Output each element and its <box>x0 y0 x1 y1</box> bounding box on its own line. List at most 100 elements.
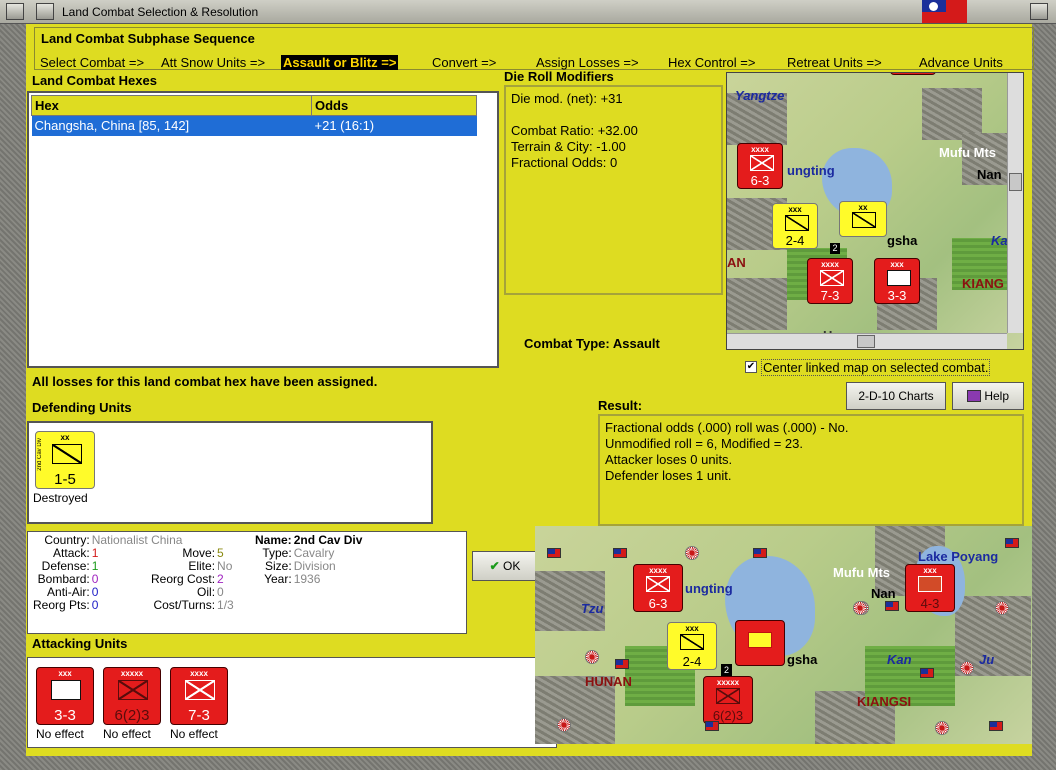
step-retreat-units[interactable]: Retreat Units => <box>787 55 882 70</box>
stack-count-badge: 2 <box>721 664 732 676</box>
result-line-roll: Unmodified roll = 6, Modified = 23. <box>605 436 803 451</box>
window-menu-button[interactable] <box>6 3 24 20</box>
die-roll-modifiers-panel: Die mod. (net): +31 Combat Ratio: +32.00… <box>504 85 723 295</box>
china-flag-icon <box>705 721 719 731</box>
map-unit-counter[interactable]: xxx 2-4 <box>667 622 717 670</box>
attacking-units-title: Attacking Units <box>32 636 128 651</box>
map-unit-counter[interactable]: xxxx 6-3 <box>737 143 783 189</box>
modifier-net: Die mod. (net): +31 <box>511 91 623 106</box>
small-map[interactable]: Yangtze Mufu Mts Nan ungting gsha Ka AN … <box>726 72 1024 350</box>
china-flag-icon <box>613 548 627 558</box>
defending-units-title: Defending Units <box>32 400 132 415</box>
step-select-combat[interactable]: Select Combat => <box>40 55 144 70</box>
window-title: Land Combat Selection & Resolution <box>62 5 259 19</box>
combat-type-label: Combat Type: <box>524 336 610 351</box>
defending-unit-counter[interactable]: xx 2nd Cav Div 1-5 <box>35 431 95 489</box>
small-map-hscroll-thumb[interactable] <box>857 335 875 348</box>
map-unit-counter[interactable]: xxx 3-3 <box>874 258 920 304</box>
map-label-ju: Ju <box>979 652 995 667</box>
step-assign-losses[interactable]: Assign Losses => <box>536 55 639 70</box>
map-label-nan: Nan <box>977 167 1002 182</box>
attacking-unit-counter[interactable]: xxxx 7-3 <box>170 667 228 725</box>
step-advance-units[interactable]: Advance Units <box>919 55 1003 70</box>
result-panel: Fractional odds (.000) roll was (.000) -… <box>598 414 1024 526</box>
attacking-unit-counter[interactable]: xxx 3-3 <box>36 667 94 725</box>
center-linked-label[interactable]: Center linked map on selected combat. <box>761 359 991 376</box>
china-flag-icon <box>1005 538 1019 548</box>
nationalist-china-flag-icon <box>922 0 967 23</box>
map-label-tungting: ungting <box>787 163 835 178</box>
map-label-kan: Kan <box>887 652 912 667</box>
column-odds[interactable]: Odds <box>311 95 477 116</box>
stack-count-badge: 2 <box>830 243 840 254</box>
large-map[interactable]: Mufu Mts Lake Poyang Nan ungting Tzu gsh… <box>535 526 1032 744</box>
map-label-yangtze: Yangtze <box>735 88 785 103</box>
japan-flag-icon <box>960 661 974 675</box>
map-unit-counter[interactable]: xxx 2-4 <box>772 203 818 249</box>
step-convert[interactable]: Convert => <box>432 55 496 70</box>
map-unit-counter[interactable]: xxxx 7-3 <box>807 258 853 304</box>
unit-info-panel: Country: Nationalist China Attack: 1 Defen… <box>27 531 467 634</box>
modifier-combat-ratio: Combat Ratio: +32.00 <box>511 123 638 138</box>
map-label-hunan: HUNAN <box>585 674 632 689</box>
losses-message: All losses for this land combat hex have… <box>32 374 378 389</box>
map-label-mufu-mts: Mufu Mts <box>833 565 891 580</box>
map-unit-counter[interactable]: xxxx 6-3 <box>633 564 683 612</box>
dialog-client: Land Combat Subphase Sequence Select Com… <box>26 24 1034 756</box>
map-label-kiangsi-partial: KIANG <box>962 276 1004 291</box>
subphase-title: Land Combat Subphase Sequence <box>41 31 255 46</box>
ok-button-label: OK <box>503 559 521 573</box>
china-flag-icon <box>989 721 1003 731</box>
combat-type: Combat Type: Assault <box>524 336 660 351</box>
land-combat-hexes-list[interactable]: Hex Odds Changsha, China [85, 142] +21 (… <box>27 91 499 368</box>
unit-info-col2: Move: 5 Elite: No Reorg Cost: 2 Oil: 0 Cost/… <box>151 546 234 612</box>
japan-flag-icon <box>585 650 599 664</box>
small-map-vscroll-thumb[interactable] <box>1009 173 1022 191</box>
minimize-button[interactable] <box>36 3 54 20</box>
map-unit-counter[interactable]: xxxxx 6(2)3 <box>703 676 753 724</box>
help-button-label: Help <box>984 389 1010 403</box>
attacking-units-panel: xxx 3-3 No effect xxxxx 6(2)3 No effect … <box>27 657 557 748</box>
map-unit-counter[interactable]: xxx 4-3 <box>905 564 955 612</box>
land-combat-hexes-title: Land Combat Hexes <box>32 73 157 88</box>
subphase-sequence: Land Combat Subphase Sequence Select Com… <box>34 27 1034 70</box>
map-unit-counter[interactable] <box>890 73 936 75</box>
table-row[interactable]: Changsha, China [85, 142] +21 (16:1) <box>31 115 477 136</box>
result-line-defender: Defender loses 1 unit. <box>605 468 732 483</box>
japan-flag-icon <box>995 601 1009 615</box>
step-att-snow-units[interactable]: Att Snow Units => <box>161 55 265 70</box>
japan-flag-icon <box>935 721 949 735</box>
unit-info-col3: Name: 2nd Cav Div Type: Cavalry Size: Divis… <box>255 533 363 586</box>
small-map-hscroll[interactable] <box>727 333 1007 349</box>
die-roll-modifiers-title: Die Roll Modifiers <box>504 69 614 84</box>
step-assault-or-blitz[interactable]: Assault or Blitz => <box>281 55 399 70</box>
map-unit-counter-combat[interactable] <box>735 620 785 666</box>
charts-button[interactable]: 2-D-10 Charts <box>846 382 946 410</box>
column-hex[interactable]: Hex <box>31 95 312 116</box>
title-bar: Land Combat Selection & Resolution <box>0 0 1056 24</box>
japan-flag-icon <box>557 718 571 732</box>
small-map-vscroll[interactable] <box>1007 73 1023 333</box>
result-line-attacker: Attacker loses 0 units. <box>605 452 733 467</box>
map-label-tzu: Tzu <box>581 601 604 616</box>
defending-unit-on-map[interactable]: xx <box>839 201 887 237</box>
ok-button[interactable]: ✔ OK <box>472 551 538 581</box>
map-label-changsha: gsha <box>887 233 918 248</box>
attacking-unit-status: No effect <box>170 727 218 741</box>
close-button[interactable] <box>1030 3 1048 20</box>
map-label-changsha: gsha <box>787 652 818 667</box>
modifier-fractional-odds: Fractional Odds: 0 <box>511 155 618 170</box>
attacking-unit-status: No effect <box>36 727 84 741</box>
china-flag-icon <box>547 548 561 558</box>
step-hex-control[interactable]: Hex Control => <box>668 55 755 70</box>
hex-cell[interactable]: Changsha, China [85, 142] <box>31 115 312 136</box>
center-linked-checkbox[interactable]: ✔ <box>745 361 757 373</box>
attacking-unit-counter[interactable]: xxxxx 6(2)3 <box>103 667 161 725</box>
defending-unit-status: Destroyed <box>33 491 88 505</box>
hex-table: Hex Odds Changsha, China [85, 142] +21 (… <box>31 95 477 136</box>
attacking-unit-status: No effect <box>103 727 151 741</box>
odds-cell[interactable]: +21 (16:1) <box>311 115 477 136</box>
help-button[interactable]: Help <box>952 382 1024 410</box>
map-label-mufu-mts: Mufu Mts <box>939 145 997 160</box>
modifier-terrain-city: Terrain & City: -1.00 <box>511 139 626 154</box>
